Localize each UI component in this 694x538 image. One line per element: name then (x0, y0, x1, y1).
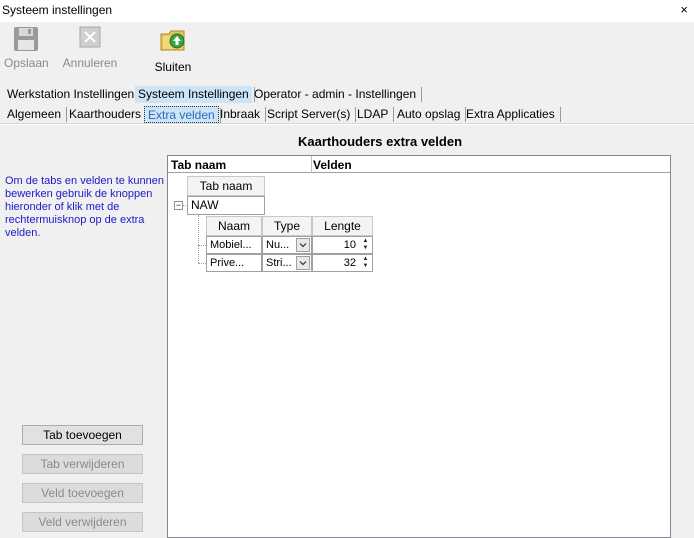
folder-exit-icon (160, 30, 185, 51)
tab-werkstation-instellingen[interactable]: Werkstation Instellingen (4, 86, 141, 103)
chevron-down-icon[interactable] (296, 256, 310, 270)
field-length-value: 10 (343, 239, 356, 251)
save-button[interactable]: Opslaan (4, 26, 49, 70)
close-icon[interactable]: × (680, 2, 688, 17)
tab-algemeen[interactable]: Algemeen (4, 106, 68, 123)
tab-extra-velden[interactable]: Extra velden (144, 106, 221, 123)
column-fields[interactable]: Velden (313, 158, 352, 172)
field-type-value: Nu... (266, 239, 290, 251)
field-name-cell[interactable]: Prive... (206, 254, 262, 272)
tab-inbraak[interactable]: Inbraak (217, 106, 267, 123)
right-margin (671, 125, 694, 538)
remove-tab-button[interactable]: Tab verwijderen (22, 454, 143, 474)
content-area: Om de tabs en velden te kunnen bewerken … (0, 125, 694, 538)
field-length-stepper[interactable]: 32 ▲ ▼ (312, 254, 373, 272)
cancel-icon (79, 26, 101, 48)
window-title: Systeem instellingen (2, 3, 113, 17)
cancel-label: Annuleren (62, 56, 118, 70)
save-label: Opslaan (4, 56, 49, 70)
field-type-select[interactable]: Nu... (262, 236, 312, 254)
spin-icon[interactable]: ▲ ▼ (360, 238, 371, 252)
tab-script-servers[interactable]: Script Server(s) (264, 106, 357, 123)
tab-name-header[interactable]: Tab naam (187, 176, 265, 196)
close-button[interactable]: Sluiten (150, 26, 196, 74)
panel-heading: Kaarthouders extra velden (298, 134, 463, 149)
field-name-cell[interactable]: Mobiel... (206, 236, 262, 254)
remove-field-button[interactable]: Veld verwijderen (22, 512, 143, 532)
grid-header: Tab naam Velden (168, 156, 670, 173)
toolbar: Opslaan Annuleren Sluiten (0, 22, 694, 84)
field-length-value: 32 (343, 257, 356, 269)
tab-extra-applicaties[interactable]: Extra Applicaties (463, 106, 561, 123)
help-text: Om de tabs en velden te kunnen bewerken … (5, 175, 164, 239)
tab-systeem-instellingen[interactable]: Systeem Instellingen (135, 86, 255, 103)
collapse-icon[interactable]: − (174, 201, 183, 210)
chevron-down-icon[interactable] (296, 238, 310, 252)
field-type-select[interactable]: Stri... (262, 254, 312, 272)
field-length-header[interactable]: Lengte (312, 216, 373, 236)
extra-fields-grid: Tab naam Velden Tab naam − NAW Naam Type… (167, 155, 671, 538)
field-type-value: Stri... (266, 257, 292, 269)
field-type-header[interactable]: Type (262, 216, 312, 236)
floppy-disk-icon (14, 27, 38, 51)
field-length-stepper[interactable]: 10 ▲ ▼ (312, 236, 373, 254)
sub-tab-bar: Algemeen Kaarthouders Extra velden Inbra… (0, 104, 694, 124)
tab-auto-opslag[interactable]: Auto opslag (394, 106, 467, 123)
add-field-button[interactable]: Veld toevoegen (22, 483, 143, 503)
tab-name-cell[interactable]: NAW (187, 196, 265, 215)
add-tab-button[interactable]: Tab toevoegen (22, 425, 143, 445)
column-tab-name[interactable]: Tab naam (171, 158, 226, 172)
spin-icon[interactable]: ▲ ▼ (360, 256, 371, 270)
tab-operator-instellingen[interactable]: Operator - admin - Instellingen (251, 86, 423, 103)
close-label: Sluiten (154, 60, 192, 74)
title-bar: Systeem instellingen × (0, 0, 694, 22)
tab-ldap[interactable]: LDAP (354, 106, 395, 123)
cancel-button[interactable]: Annuleren (60, 26, 120, 70)
field-name-header[interactable]: Naam (206, 216, 262, 236)
main-tab-bar: Werkstation Instellingen Systeem Instell… (0, 84, 694, 104)
tab-kaarthouders[interactable]: Kaarthouders (66, 106, 148, 123)
